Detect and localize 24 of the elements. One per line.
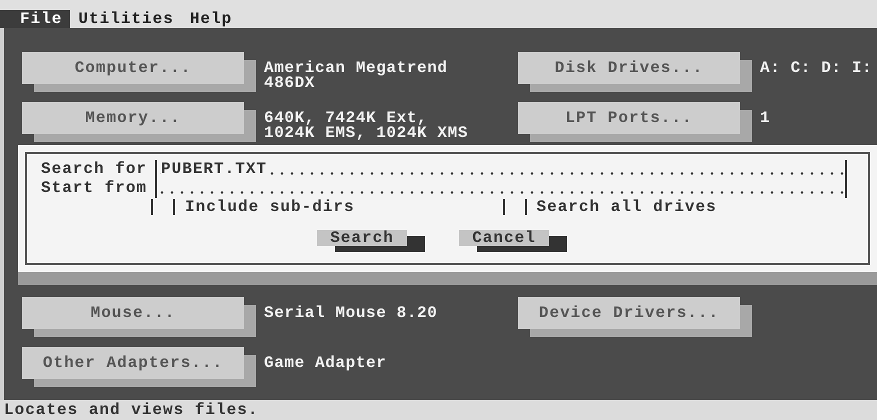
info-value: 640K, 7424K Ext, 1024K EMS, 1024K XMS xyxy=(263,108,468,144)
checkbox-label: Include sub-dirs xyxy=(185,198,355,216)
field-label: Start from xyxy=(41,179,148,198)
dialog-button[interactable]: Search xyxy=(317,230,407,246)
dialog-button[interactable]: Cancel xyxy=(459,230,549,246)
info-value: American Megatrend 486DX xyxy=(263,58,448,94)
info-button[interactable]: Memory... xyxy=(22,102,244,134)
info-value: 1 xyxy=(759,108,770,129)
info-button[interactable]: Mouse... xyxy=(22,297,244,329)
menu-item[interactable]: Utilities xyxy=(70,10,182,28)
checkbox-label: Search all drives xyxy=(536,198,717,216)
info-button[interactable]: Computer... xyxy=(22,52,244,84)
menu-item[interactable]: Help xyxy=(182,10,240,28)
info-value: A: C: D: I: xyxy=(759,58,872,79)
info-value: Serial Mouse 8.20 xyxy=(263,303,438,324)
info-button[interactable]: Disk Drives... xyxy=(518,52,740,84)
info-button[interactable]: Other Adapters... xyxy=(22,347,244,379)
input-field[interactable]: PUBERT.TXT xyxy=(155,160,848,179)
status-bar: Locates and views files. xyxy=(0,400,877,420)
info-button[interactable]: LPT Ports... xyxy=(518,102,740,134)
menu-item[interactable]: File xyxy=(0,10,70,28)
info-value: Game Adapter xyxy=(263,353,386,374)
field-label: Search for xyxy=(41,160,148,179)
info-button[interactable]: Device Drivers... xyxy=(518,297,740,329)
